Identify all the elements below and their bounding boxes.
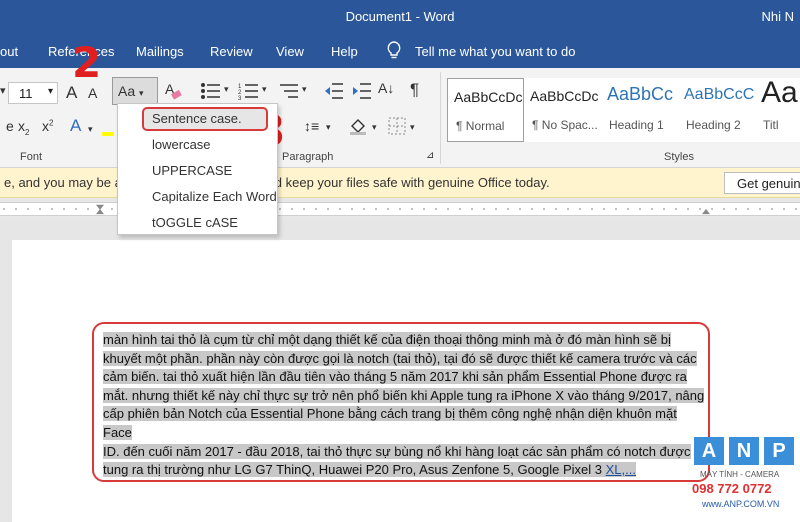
menu-item-capitalize-each-word[interactable]: Capitalize Each Word <box>152 189 277 204</box>
font-size-dropdown[interactable]: 11 ▾ <box>8 82 58 104</box>
sort-icon[interactable]: A↓ <box>378 80 394 96</box>
chevron-down-icon: ▾ <box>47 86 53 97</box>
logo-phone: 098 772 0772 <box>692 481 772 496</box>
increase-indent-icon[interactable] <box>352 82 372 100</box>
borders-icon[interactable] <box>388 117 406 135</box>
document-paragraph[interactable]: màn hình tai thỏ là cụm từ chỉ một dạng … <box>103 331 705 480</box>
text-line: màn hình tai thỏ là cụm từ chỉ một dạng … <box>103 332 671 347</box>
line-spacing-icon[interactable]: ↕≡ <box>304 118 319 134</box>
style-preview: AaBbCcDc <box>454 89 523 105</box>
chevron-down-icon: ▾ <box>139 88 144 98</box>
change-case-menu: Sentence case. lowercase UPPERCASE Capit… <box>117 103 278 235</box>
menu-item-lowercase[interactable]: lowercase <box>152 137 211 152</box>
style-preview: AaBbCcDc <box>530 88 599 104</box>
chevron-down-icon[interactable]: ▾ <box>262 84 267 95</box>
logo-letter: P <box>764 437 794 465</box>
bullets-icon[interactable] <box>200 82 222 100</box>
style-heading-2[interactable]: AaBbCcC Heading 2 <box>678 78 755 142</box>
logo-letter: N <box>729 437 759 465</box>
tab-view[interactable]: View <box>276 44 304 59</box>
styles-group-label: Styles <box>664 151 694 163</box>
tab-mailings[interactable]: Mailings <box>136 44 184 59</box>
change-case-button[interactable]: Aa ▾ <box>112 77 158 105</box>
style-title[interactable]: Aa Titl <box>755 76 800 142</box>
ribbon-tabs: out References Mailings Review View Help… <box>0 34 800 68</box>
decrease-indent-icon[interactable] <box>324 82 344 100</box>
numbering-icon[interactable]: 1 2 3 <box>238 82 260 100</box>
tab-help[interactable]: Help <box>331 44 358 59</box>
show-formatting-marks-icon[interactable]: ¶ <box>410 80 419 100</box>
style-name: ¶ Normal <box>456 119 505 133</box>
get-genuine-office-button[interactable]: Get genuin <box>724 172 800 194</box>
text-link[interactable]: XL,... <box>605 462 636 478</box>
chevron-down-icon[interactable]: ▾ <box>326 122 331 133</box>
font-name-dropdown-arrow[interactable]: ▾ <box>0 84 6 97</box>
title-bar: Document1 - Word Nhi N <box>0 0 800 34</box>
text-effects-icon[interactable]: A <box>70 116 81 136</box>
group-separator <box>440 72 441 164</box>
text-line: ID. đến cuối năm 2017 - đầu 2018, tai th… <box>103 443 691 459</box>
logo-letter: A <box>694 437 724 465</box>
style-name: ¶ No Spac... <box>532 118 598 132</box>
style-preview: AaBbCcC <box>684 86 755 103</box>
style-name: Titl <box>763 118 779 132</box>
chevron-down-icon[interactable]: ▾ <box>224 84 229 95</box>
step-marker-2: 2 <box>72 38 102 87</box>
anp-logo: A N P MÁY TÍNH - CAMERA 098 772 0772 www… <box>690 437 798 519</box>
text-line: mắt. nhưng thiết kế này chỉ thực sự trở … <box>103 387 705 403</box>
font-size-value: 11 <box>19 86 33 101</box>
style-no-spacing[interactable]: AaBbCcDc ¶ No Spac... <box>524 78 601 142</box>
lightbulb-icon <box>387 41 401 59</box>
superscript-icon[interactable]: x2 <box>42 118 53 134</box>
text-line: cảm biến. tai thỏ xuất hiện lần đầu tiên… <box>103 369 687 385</box>
highlight-color-icon[interactable] <box>102 118 114 136</box>
paragraph-group-label: Paragraph <box>282 151 334 163</box>
chevron-down-icon[interactable]: ▾ <box>88 124 93 135</box>
tell-me-search[interactable]: Tell me what you want to do <box>415 44 575 59</box>
style-heading-1[interactable]: AaBbCc Heading 1 <box>601 78 678 142</box>
chevron-down-icon[interactable]: ▾ <box>302 84 307 95</box>
shading-icon[interactable] <box>348 116 368 136</box>
change-case-label: Aa <box>118 83 136 99</box>
font-group-label: Font <box>20 151 43 163</box>
shrink-font-icon[interactable]: A <box>88 85 97 101</box>
multilevel-list-icon[interactable] <box>278 82 300 100</box>
tab-layout[interactable]: out <box>0 44 18 59</box>
menu-item-uppercase[interactable]: UPPERCASE <box>152 163 232 178</box>
text-line: khuyết một phần. phần này còn được gọi l… <box>103 350 697 366</box>
style-name: Heading 1 <box>609 118 664 132</box>
svg-text:3: 3 <box>238 96 242 100</box>
text-line: tung ra thị trường như LG G7 ThinQ, Huaw… <box>103 462 606 478</box>
chevron-down-icon[interactable]: ▾ <box>372 122 377 133</box>
style-normal[interactable]: AaBbCcDc ¶ Normal <box>447 78 524 142</box>
subscript-icon[interactable]: x2 <box>18 118 29 137</box>
text-line: cấp phiên bản Notch của Essential Phone … <box>103 406 677 440</box>
menu-item-sentence-case[interactable]: Sentence case. <box>152 111 242 126</box>
menu-item-toggle-case[interactable]: tOGGLE cASE <box>152 215 238 230</box>
tab-review[interactable]: Review <box>210 44 253 59</box>
style-preview: Aa <box>761 76 798 109</box>
style-name: Heading 2 <box>686 118 741 132</box>
chevron-down-icon[interactable]: ▾ <box>410 122 415 133</box>
window-title: Document1 - Word <box>345 9 455 24</box>
logo-website: www.ANP.COM.VN <box>702 499 780 509</box>
user-name[interactable]: Nhi N <box>761 9 794 24</box>
logo-tagline: MÁY TÍNH - CAMERA <box>700 470 780 479</box>
strikethrough-icon[interactable]: e <box>6 118 14 134</box>
dialog-launcher-icon[interactable]: ⊿ <box>426 150 434 161</box>
style-preview: AaBbCc <box>607 84 674 104</box>
clear-formatting-icon[interactable]: A <box>164 81 182 101</box>
